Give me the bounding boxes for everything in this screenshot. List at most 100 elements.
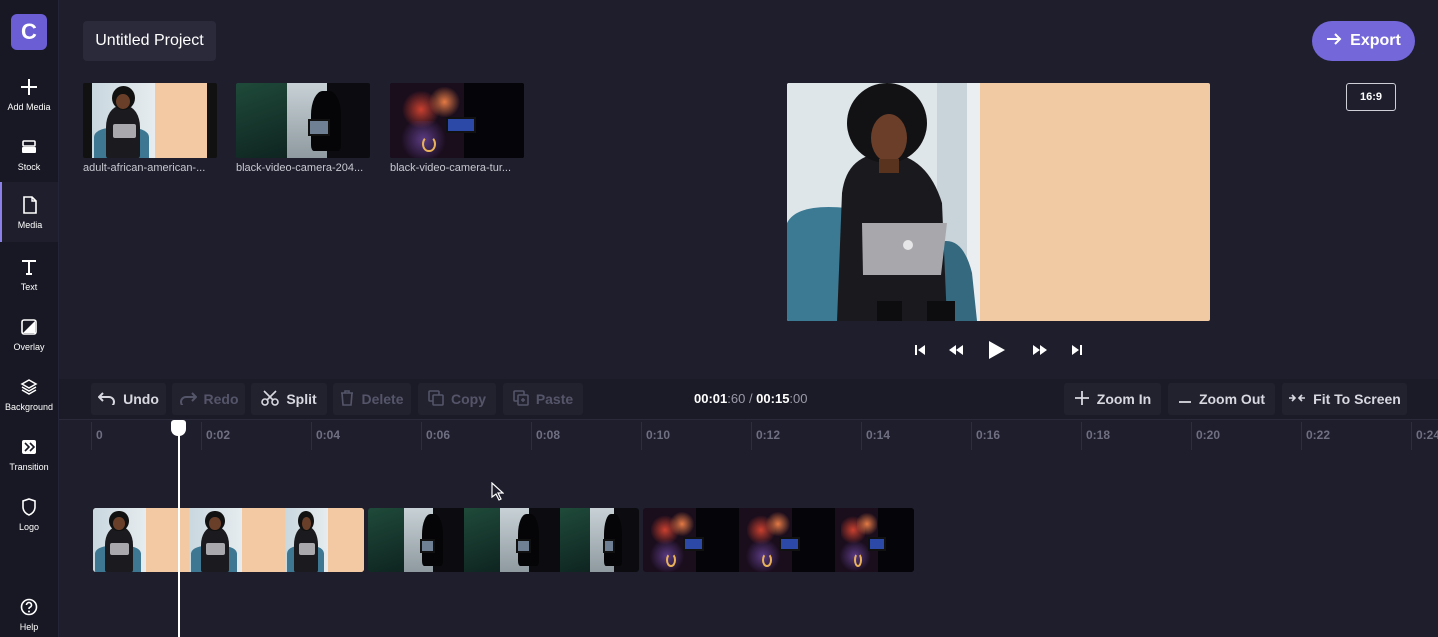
plus-icon <box>1074 390 1090 409</box>
ruler-label: 0 <box>96 428 103 442</box>
export-label: Export <box>1350 32 1401 49</box>
sidebar-item-add-media[interactable]: Add Media <box>0 72 58 128</box>
sidebar-item-label: Media <box>17 220 43 230</box>
play-icon <box>988 340 1006 365</box>
undo-icon <box>97 391 116 408</box>
ruler-tick <box>311 422 312 450</box>
paste-button[interactable]: Paste <box>503 383 583 415</box>
ruler-label: 0:08 <box>536 428 561 442</box>
undo-button[interactable]: Undo <box>91 383 166 415</box>
ruler-label: 0:10 <box>646 428 671 442</box>
ruler-tick <box>201 422 202 450</box>
sidebar-item-overlay[interactable]: Overlay <box>0 312 58 368</box>
sidebar-item-text[interactable]: Text <box>0 252 58 308</box>
shield-icon <box>18 496 40 518</box>
sidebar-item-help[interactable]: Help <box>0 592 58 637</box>
ruler-label: 0:18 <box>1086 428 1111 442</box>
ruler-tick <box>971 422 972 450</box>
copy-button[interactable]: Copy <box>418 383 496 415</box>
sidebar-item-label: Overlay <box>13 342 45 352</box>
playhead-handle[interactable] <box>171 420 186 436</box>
fast-forward-icon <box>1032 343 1048 361</box>
ruler-tick <box>1191 422 1192 450</box>
total-time-frames: :00 <box>789 391 808 406</box>
ruler-label: 0:16 <box>976 428 1001 442</box>
skip-start-icon <box>914 343 926 361</box>
fast-forward-button[interactable] <box>1030 340 1050 364</box>
current-time-frames: :60 <box>727 391 746 406</box>
redo-button[interactable]: Redo <box>172 383 245 415</box>
app-logo[interactable]: C <box>11 14 47 50</box>
time-separator: / <box>745 391 757 406</box>
rewind-icon <box>948 343 964 361</box>
sidebar-item-label: Help <box>19 622 39 632</box>
fit-to-screen-button[interactable]: Fit To Screen <box>1282 383 1407 415</box>
timeline-clip-woman[interactable] <box>93 508 364 572</box>
play-button[interactable] <box>986 340 1008 364</box>
copy-label: Copy <box>451 391 486 407</box>
time-display: 00:01:60 / 00:15:00 <box>694 391 808 406</box>
scissors-icon <box>261 389 280 409</box>
sidebar-item-media[interactable]: Media <box>0 182 58 242</box>
sidebar-item-label: Stock <box>17 162 41 172</box>
ruler-tick <box>1081 422 1082 450</box>
zoom-in-label: Zoom In <box>1096 391 1152 407</box>
skip-end-button[interactable] <box>1069 340 1085 364</box>
fit-label: Fit To Screen <box>1313 391 1401 407</box>
ruler-tick <box>1301 422 1302 450</box>
video-preview[interactable] <box>787 83 1210 321</box>
timeline-clip-camera[interactable] <box>368 508 639 572</box>
aspect-ratio-button[interactable]: 16:9 <box>1346 83 1396 111</box>
split-button[interactable]: Split <box>251 383 327 415</box>
media-item[interactable]: black-video-camera-tur... <box>390 83 525 174</box>
delete-label: Delete <box>361 391 404 407</box>
ruler-tick <box>91 422 92 450</box>
zoom-out-button[interactable]: Zoom Out <box>1168 383 1275 415</box>
sidebar-item-background[interactable]: Background <box>0 372 58 428</box>
mouse-cursor-icon <box>491 481 505 506</box>
zoom-in-button[interactable]: Zoom In <box>1064 383 1161 415</box>
media-thumbnail <box>390 83 524 158</box>
skip-start-button[interactable] <box>912 340 928 364</box>
ruler-label: 0:14 <box>866 428 891 442</box>
ruler-tick <box>531 422 532 450</box>
editor-app: C Add Media Stock Media Text Overlay Bac… <box>0 0 1438 637</box>
media-item[interactable]: adult-african-american-... <box>83 83 218 174</box>
ruler-label: 0:22 <box>1306 428 1331 442</box>
paste-label: Paste <box>535 391 574 407</box>
overlay-icon <box>18 316 40 338</box>
ruler-label: 0:24 <box>1416 428 1438 442</box>
minus-icon <box>1178 391 1192 407</box>
media-name: black-video-camera-tur... <box>390 162 512 174</box>
total-time: 00:15 <box>756 391 790 406</box>
redo-label: Redo <box>203 391 239 407</box>
timeline-clip-bokeh[interactable] <box>643 508 914 572</box>
sidebar-item-label: Background <box>4 402 54 412</box>
timeline-ruler[interactable]: 0 0:02 0:04 0:06 0:08 0:10 0:12 0:14 0:1… <box>59 419 1438 450</box>
undo-label: Undo <box>123 391 159 407</box>
delete-button[interactable]: Delete <box>333 383 411 415</box>
project-title[interactable]: Untitled Project <box>83 21 216 61</box>
sidebar-item-transition[interactable]: Transition <box>0 432 58 488</box>
media-name: black-video-camera-204... <box>236 162 364 174</box>
text-icon <box>18 256 40 278</box>
timeline-toolbar: Undo Redo Split Delete Copy Paste 00:01:… <box>59 379 1438 419</box>
ruler-label: 0:12 <box>756 428 781 442</box>
rewind-button[interactable] <box>946 340 966 364</box>
sidebar-item-label: Add Media <box>7 102 51 112</box>
stock-icon <box>18 136 40 158</box>
plus-icon <box>18 76 40 98</box>
sidebar-item-stock[interactable]: Stock <box>0 132 58 188</box>
copy-icon <box>428 389 444 409</box>
ruler-tick <box>1411 422 1412 450</box>
ruler-tick <box>861 422 862 450</box>
sidebar: C Add Media Stock Media Text Overlay Bac… <box>0 0 59 637</box>
current-time: 00:01 <box>694 391 728 406</box>
media-thumbnail <box>83 83 217 158</box>
media-item[interactable]: black-video-camera-204... <box>236 83 371 174</box>
export-button[interactable]: Export <box>1312 21 1415 61</box>
sidebar-item-logo[interactable]: Logo <box>0 492 58 548</box>
paste-icon <box>513 389 529 409</box>
ruler-label: 0:02 <box>206 428 231 442</box>
ruler-label: 0:04 <box>316 428 341 442</box>
